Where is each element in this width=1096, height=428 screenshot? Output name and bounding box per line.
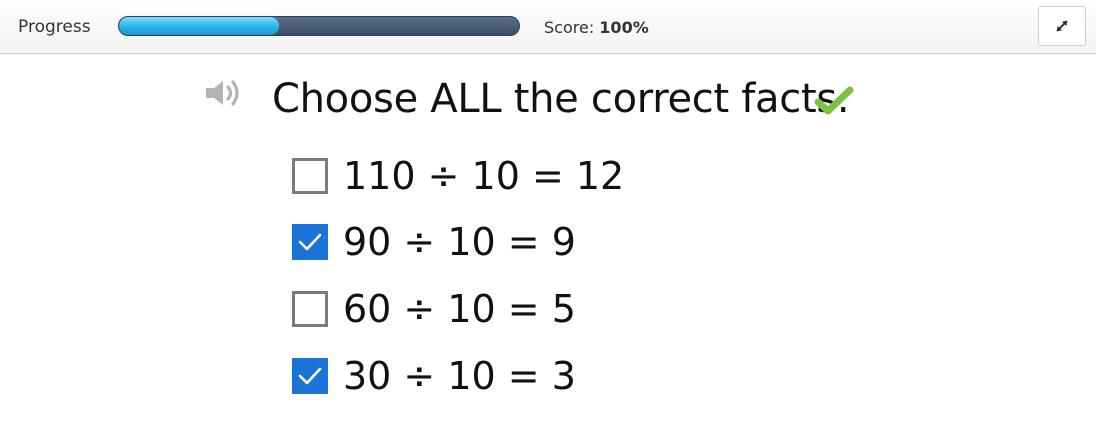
answer-option[interactable]: 90 ÷ 10 = 9 [292, 220, 576, 264]
score: Score: 100% [544, 18, 649, 37]
answer-checkbox[interactable] [292, 158, 328, 194]
progress-label: Progress [18, 17, 91, 37]
score-value: 100% [599, 18, 649, 37]
check-icon [298, 233, 322, 251]
answer-option[interactable]: 30 ÷ 10 = 3 [292, 354, 576, 398]
checkmark-icon [814, 86, 854, 115]
answer-text: 60 ÷ 10 = 5 [343, 287, 576, 331]
question-text: Choose ALL the correct facts. [272, 76, 850, 122]
top-bar: Progress Score: 100% [0, 0, 1096, 54]
expand-button[interactable] [1038, 6, 1086, 46]
answer-text: 110 ÷ 10 = 12 [343, 154, 625, 198]
speaker-button[interactable] [204, 78, 244, 108]
answer-text: 90 ÷ 10 = 9 [343, 220, 576, 264]
progress-bar-fill [119, 17, 279, 35]
expand-icon [1056, 20, 1068, 32]
speaker-icon [206, 80, 239, 106]
answer-checkbox[interactable] [292, 224, 328, 260]
answer-option[interactable]: 110 ÷ 10 = 12 [292, 154, 625, 198]
correct-indicator [814, 86, 854, 116]
answer-checkbox[interactable] [292, 358, 328, 394]
check-icon [298, 367, 322, 385]
answer-checkbox[interactable] [292, 291, 328, 327]
answer-text: 30 ÷ 10 = 3 [343, 354, 576, 398]
answer-option[interactable]: 60 ÷ 10 = 5 [292, 287, 576, 331]
progress-bar [118, 16, 520, 36]
score-label: Score: [544, 18, 595, 37]
